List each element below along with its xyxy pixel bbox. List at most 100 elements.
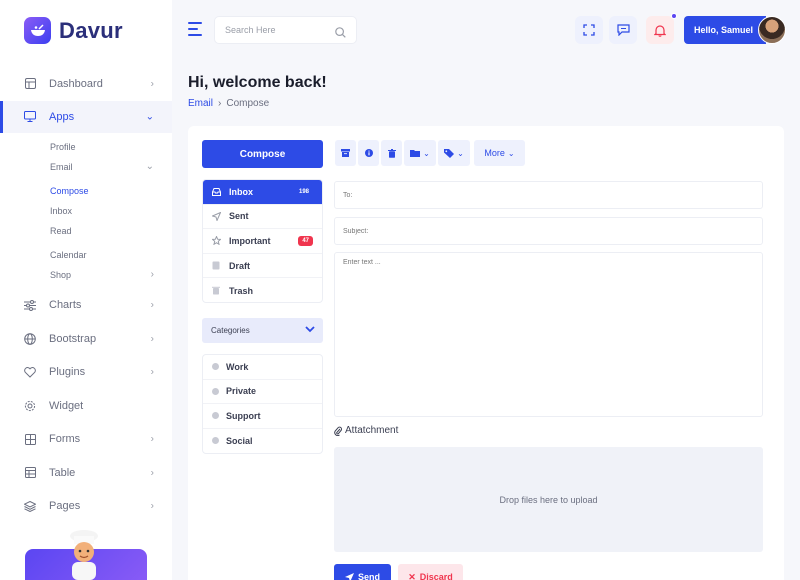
submenu-item-compose[interactable]: Compose [50,181,172,201]
menu-toggle-icon[interactable] [188,22,202,36]
star-icon [212,236,222,246]
chat-icon [616,24,630,36]
more-label: More [484,148,505,158]
compose-button[interactable]: Compose [202,140,323,168]
category-support[interactable]: Support [203,404,322,429]
chevron-down-icon [305,325,315,335]
layers-icon [24,500,36,512]
globe-icon [24,332,36,345]
category-work[interactable]: Work [203,355,322,380]
submenu-label: Read [50,225,72,236]
info-button[interactable] [358,140,379,166]
sidebar-item-charts[interactable]: Charts › [0,289,172,323]
submenu-label: Profile [50,141,76,152]
search-input[interactable] [225,25,325,35]
sidebar-item-dashboard[interactable]: Dashboard › [0,67,172,101]
category-dot [212,387,219,395]
heart-icon [24,366,36,378]
more-dropdown[interactable]: More ⌄ [474,140,525,166]
folder-draft[interactable]: Draft [203,254,322,279]
brand-logo-icon [24,17,51,44]
submenu-item-calendar[interactable]: Calendar [50,245,172,265]
trash-icon [387,148,396,158]
sidebar-item-pages[interactable]: Pages › [0,490,172,524]
submenu-item-profile[interactable]: Profile [50,137,172,157]
file-dropzone[interactable]: Drop files here to upload [334,447,763,552]
label-dropdown[interactable]: ⌄ [438,140,470,166]
sidebar-item-apps[interactable]: Apps ⌄ [0,100,172,133]
chevron-right-icon: › [150,500,154,512]
delete-button[interactable] [381,140,402,166]
folder-important[interactable]: Important 47 [203,229,322,254]
sidebar-item-label: Charts [49,299,82,312]
monitor-icon [24,111,36,123]
sidebar-item-label: Apps [49,110,75,123]
submenu-item-read[interactable]: Read [50,221,172,241]
category-dot [212,363,219,371]
body-field-wrapper [334,252,763,417]
chevron-down-icon: ⌄ [145,111,154,122]
category-label: Social [226,435,253,446]
messages-button[interactable] [609,16,637,44]
folder-trash[interactable]: Trash [203,278,322,303]
folder-list: Inbox 198 Sent Important 47 Draft Trash [202,179,323,303]
category-label: Work [226,361,249,372]
submenu-item-shop[interactable]: Shop › [50,265,172,285]
sidebar-item-widget[interactable]: Widget [0,389,172,423]
attachment-heading: Attatchment [334,425,398,436]
bell-icon [654,24,666,37]
attachment-label: Attatchment [345,425,399,436]
category-label: Private [226,386,257,397]
chevron-right-icon: › [150,433,154,445]
send-label: Send [357,572,380,580]
categories-label: Categories [211,326,250,335]
sidebar-item-table[interactable]: Table › [0,456,172,490]
sidebar-item-bootstrap[interactable]: Bootstrap › [0,322,172,356]
submenu-label: Inbox [50,205,73,216]
draft-icon [212,261,222,270]
category-private[interactable]: Private [203,380,322,404]
submenu-item-inbox[interactable]: Inbox [50,201,172,221]
send-button[interactable]: Send [334,564,391,580]
search-box [214,16,357,44]
breadcrumb: Email › Compose [188,98,269,109]
to-field[interactable] [343,191,743,199]
chevron-right-icon: › [150,366,154,378]
chevron-down-icon: ⌄ [507,148,515,158]
chevron-down-icon: ⌄ [423,148,430,158]
category-dot [212,412,219,420]
chevron-right-icon: › [150,333,154,345]
page-title: Hi, welcome back! [188,74,327,91]
sidebar-item-plugins[interactable]: Plugins › [0,356,172,390]
subject-field[interactable] [343,227,743,235]
sidebar-item-label: Widget [49,399,84,412]
folder-sent[interactable]: Sent [203,205,322,230]
user-menu-button[interactable]: Hello, Samuel [684,16,766,44]
chevron-right-icon: › [150,467,154,479]
category-social[interactable]: Social [203,429,322,454]
brand[interactable]: Davur [24,17,123,44]
breadcrumb-link-email[interactable]: Email [188,98,213,109]
message-body-textarea[interactable] [343,259,743,409]
archive-icon [341,149,350,157]
folder-inbox[interactable]: Inbox 198 [203,180,322,205]
breadcrumb-current: Compose [226,98,270,109]
discard-button[interactable]: ✕ Discard [398,564,463,580]
chef-illustration [70,530,98,580]
move-to-folder-dropdown[interactable]: ⌄ [404,140,436,166]
submenu-item-email[interactable]: Email ⌄ [50,157,172,177]
fullscreen-button[interactable] [575,16,603,44]
sidebar-item-label: Pages [49,500,81,513]
avatar[interactable] [758,16,786,44]
sidebar-item-label: Plugins [49,366,86,379]
archive-button[interactable] [335,140,356,166]
trash-icon [212,286,222,295]
category-dot [212,437,219,445]
sidebar-item-forms[interactable]: Forms › [0,423,172,457]
dropzone-text: Drop files here to upload [499,494,598,505]
submenu-label: Shop [50,269,72,280]
close-icon: ✕ [408,571,416,580]
search-icon[interactable] [335,25,346,43]
notifications-button[interactable] [646,13,677,44]
categories-header[interactable]: Categories [202,318,323,343]
